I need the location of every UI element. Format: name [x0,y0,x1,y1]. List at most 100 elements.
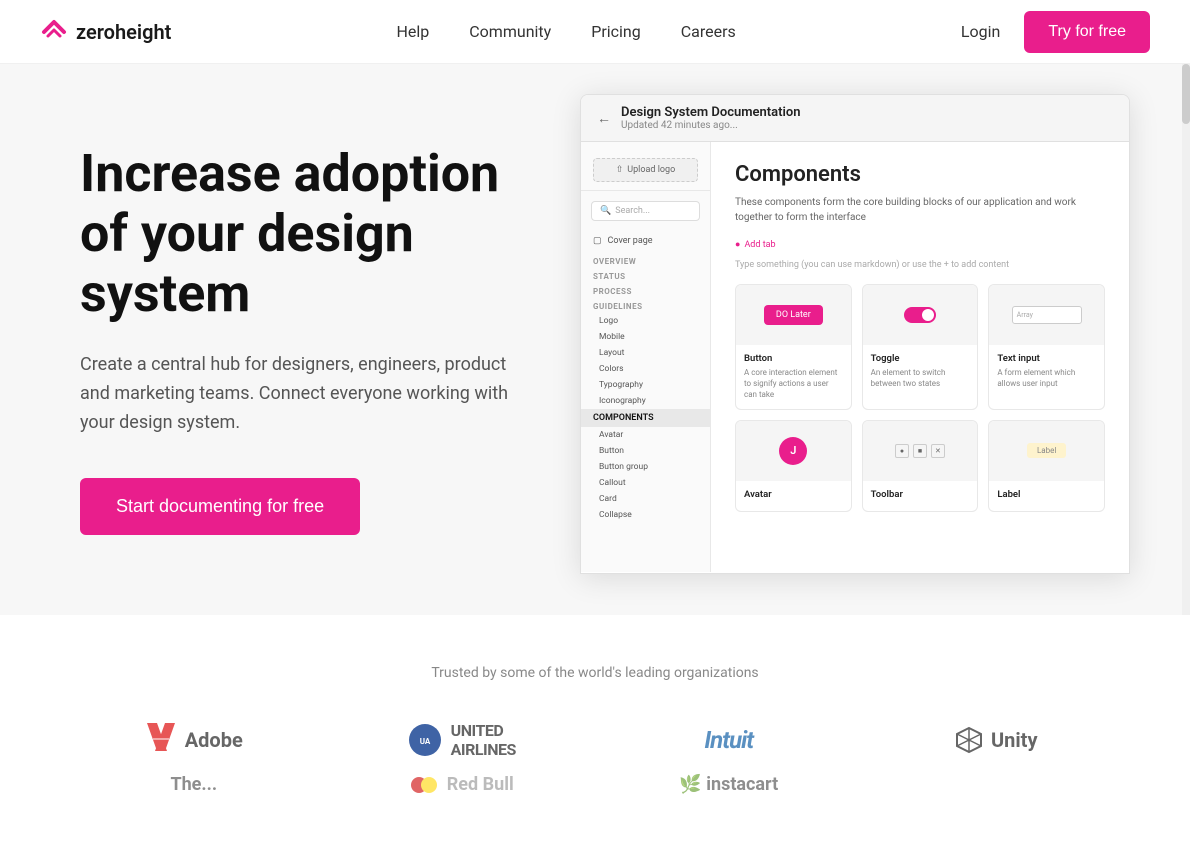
mockup-doc-title: Design System Documentation [621,105,801,120]
sidebar-section-process: PROCESS [581,283,710,298]
toolbar-btn-3: ✕ [931,444,945,458]
sidebar-item-colors[interactable]: Colors [581,361,710,377]
hero-section: Increase adoption of your design system … [0,64,1190,615]
preview-input-element: Array [1012,306,1082,324]
component-preview-toolbar: ● ■ ✕ [863,421,978,481]
sidebar-item-typography[interactable]: Typography [581,377,710,393]
cover-page-icon: ▢ [593,236,602,246]
logo-unity: Unity [955,726,1038,754]
sidebar-item-button-group[interactable]: Button group [581,459,710,475]
component-name-avatar: Avatar [744,489,843,500]
upload-logo-btn[interactable]: ⇧ Upload logo [593,158,698,182]
logo-intuit: Intuit [704,726,753,754]
component-preview-text-input: Array [989,285,1104,345]
navbar-right: Login Try for free [961,11,1150,53]
component-card-text-input[interactable]: Array Text input A form element which al… [988,284,1105,410]
mockup-components-heading: Components [735,162,1105,187]
cover-page-label: Cover page [608,236,653,246]
unity-icon [955,726,983,754]
nav-pricing[interactable]: Pricing [591,22,641,41]
mockup-sidebar: ⇧ Upload logo 🔍 Search... ▢ Cover page [581,142,711,572]
component-card-avatar[interactable]: J Avatar [735,420,852,512]
logo-text: zeroheight [76,20,171,44]
nav-help[interactable]: Help [396,22,429,41]
component-card-label[interactable]: Label Label [988,420,1105,512]
sidebar-item-callout[interactable]: Callout [581,475,710,491]
login-link[interactable]: Login [961,22,1000,41]
component-info-toolbar: Toolbar [863,481,978,511]
sidebar-item-button[interactable]: Button [581,443,710,459]
component-desc-text-input: A form element which allows user input [997,367,1096,389]
logo-icon [40,18,68,46]
sidebar-item-layout[interactable]: Layout [581,345,710,361]
component-preview-button: DO Later [736,285,851,345]
logo-adobe: Adobe [145,721,243,760]
component-info-toggle: Toggle An element to switch between two … [863,345,978,397]
redbull-icon [409,770,439,800]
logo[interactable]: zeroheight [40,18,171,46]
nav-community[interactable]: Community [469,22,551,41]
type-hint: Type something (you can use markdown) or… [735,260,1105,270]
trusted-text: Trusted by some of the world's leading o… [80,665,1110,681]
sidebar-item-avatar[interactable]: Avatar [581,427,710,443]
add-tab-btn[interactable]: ● Add tab [735,239,1105,250]
mockup-body: ⇧ Upload logo 🔍 Search... ▢ Cover page [581,142,1129,572]
sidebar-search: 🔍 Search... [581,195,710,227]
logos-grid: Adobe UA UNITEDAIRLINES Intuit Unity [80,721,1110,760]
component-name-toggle: Toggle [871,353,970,364]
component-card-toggle[interactable]: Toggle An element to switch between two … [862,284,979,410]
sidebar-cover-page[interactable]: ▢ Cover page [581,231,710,251]
sidebar-item-mobile[interactable]: Mobile [581,329,710,345]
unity-label: Unity [991,728,1038,752]
logo-the: The... [170,774,217,795]
component-info-avatar: Avatar [736,481,851,511]
sidebar-section-overview: OVERVIEW [581,253,710,268]
sidebar-item-iconography[interactable]: Iconography [581,393,710,409]
intuit-label: Intuit [704,726,753,754]
component-name-text-input: Text input [997,353,1096,364]
trusted-section: Trusted by some of the world's leading o… [0,615,1190,850]
component-name-toolbar: Toolbar [871,489,970,500]
preview-label-element: Label [1027,443,1066,458]
scrollbar[interactable] [1182,64,1190,615]
hero-title: Increase adoption of your design system [80,144,530,323]
partial-logos-row: The... Red Bull 🌿 instacart [80,770,1110,800]
scrollbar-thumb[interactable] [1182,64,1190,124]
toolbar-btn-1: ● [895,444,909,458]
united-airlines-label: UNITEDAIRLINES [451,721,516,759]
navbar-links: Help Community Pricing Careers [396,22,735,41]
adobe-icon [145,721,177,760]
mockup-main: Components These components form the cor… [711,142,1129,572]
mockup-doc-sub: Updated 42 minutes ago... [621,120,801,131]
nav-careers[interactable]: Careers [681,22,736,41]
component-grid: DO Later Button A core interaction eleme… [735,284,1105,512]
mockup-topbar: ← Design System Documentation Updated 42… [581,95,1129,142]
united-airlines-icon: UA [407,722,443,758]
preview-toolbar-element: ● ■ ✕ [895,444,945,458]
sidebar-item-logo[interactable]: Logo [581,313,710,329]
component-preview-avatar: J [736,421,851,481]
component-card-toolbar[interactable]: ● ■ ✕ Toolbar [862,420,979,512]
sidebar-upload: ⇧ Upload logo [581,150,710,191]
try-for-free-button[interactable]: Try for free [1024,11,1150,53]
hero-mockup: ← Design System Documentation Updated 42… [580,64,1190,615]
component-info-button: Button A core interaction element to sig… [736,345,851,409]
component-card-button[interactable]: DO Later Button A core interaction eleme… [735,284,852,410]
search-input-mock[interactable]: 🔍 Search... [591,201,700,221]
sidebar-section-components[interactable]: COMPONENTS [581,409,710,427]
sidebar-section-guidelines: GUIDELINES [581,298,710,313]
component-desc-button: A core interaction element to signify ac… [744,367,843,401]
logo-united-airlines: UA UNITEDAIRLINES [407,721,516,759]
mockup-title-block: Design System Documentation Updated 42 m… [621,105,801,131]
search-placeholder: Search... [615,206,650,216]
back-arrow-icon: ← [597,110,611,127]
sidebar-item-card[interactable]: Card [581,491,710,507]
sidebar-item-collapse[interactable]: Collapse [581,507,710,523]
navbar: zeroheight Help Community Pricing Career… [0,0,1190,64]
upload-label: Upload logo [627,165,675,175]
search-icon: 🔍 [600,206,611,216]
start-documenting-button[interactable]: Start documenting for free [80,478,360,535]
component-desc-toggle: An element to switch between two states [871,367,970,389]
mockup-window: ← Design System Documentation Updated 42… [580,94,1130,574]
toolbar-btn-2: ■ [913,444,927,458]
